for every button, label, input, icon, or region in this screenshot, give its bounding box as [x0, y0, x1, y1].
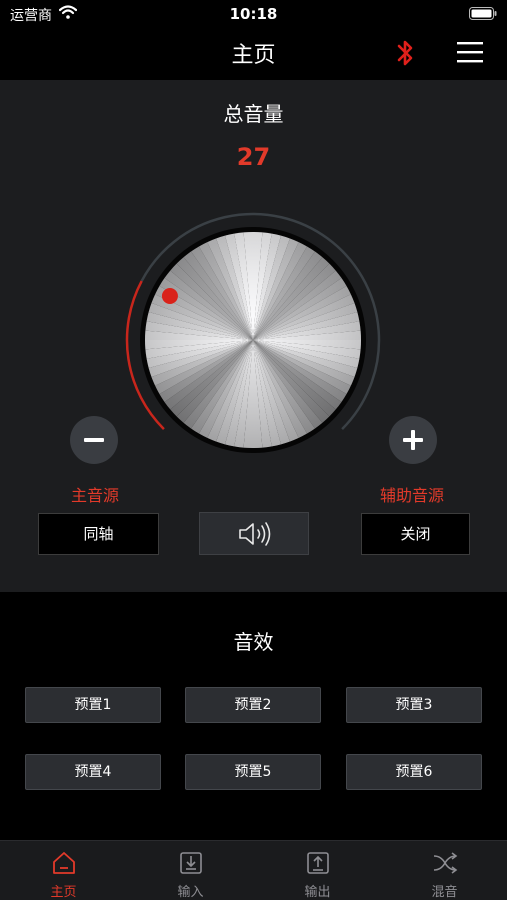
- clock: 10:18: [229, 5, 278, 23]
- status-bar: 运营商 10:18: [0, 0, 507, 28]
- tab-input-label: 输入: [177, 885, 204, 900]
- menu-icon[interactable]: [457, 41, 483, 63]
- volume-value: 27: [236, 143, 271, 171]
- app-screen: 运营商 10:18 主页 总音量 27 主音源 辅助音源 同轴 关闭 音效 预置…: [0, 0, 507, 900]
- effects-title: 音效: [233, 630, 274, 654]
- tab-home-label: 主页: [50, 885, 77, 900]
- tab-home[interactable]: 主页: [0, 841, 127, 900]
- page-title: 主页: [231, 43, 276, 68]
- plus-icon-vertical: [411, 430, 415, 450]
- preset-4-button[interactable]: 预置4: [25, 754, 161, 790]
- speaker-icon: [239, 522, 271, 546]
- aux-source-button[interactable]: 关闭: [361, 513, 470, 555]
- preset-2-button[interactable]: 预置2: [185, 687, 321, 723]
- home-icon: [53, 852, 75, 874]
- header: 主页: [0, 28, 507, 80]
- knob-shade: [145, 232, 361, 448]
- battery-icon: [469, 7, 497, 20]
- tab-bar: 主页 输入 输出 混音: [0, 840, 507, 900]
- preset-6-button[interactable]: 预置6: [346, 754, 482, 790]
- bluetooth-icon[interactable]: [394, 38, 416, 68]
- preset-3-button[interactable]: 预置3: [346, 687, 482, 723]
- main-source-label: 主音源: [71, 486, 120, 505]
- volume-panel: 总音量 27 主音源 辅助音源 同轴 关闭: [0, 80, 507, 592]
- input-icon: [180, 852, 202, 874]
- mute-button[interactable]: [199, 512, 309, 555]
- tab-output-label: 输出: [304, 885, 331, 900]
- preset-1-button[interactable]: 预置1: [25, 687, 161, 723]
- output-icon: [307, 852, 329, 874]
- preset-5-button[interactable]: 预置5: [185, 754, 321, 790]
- volume-knob[interactable]: [111, 198, 395, 482]
- volume-down-button[interactable]: [70, 416, 118, 464]
- mix-icon: [433, 852, 458, 874]
- tab-input[interactable]: 输入: [127, 841, 254, 900]
- knob-indicator-dot: [161, 288, 178, 305]
- tab-mix-label: 混音: [431, 885, 458, 900]
- tab-output[interactable]: 输出: [254, 841, 381, 900]
- minus-icon: [84, 438, 104, 442]
- main-source-button[interactable]: 同轴: [38, 513, 159, 555]
- tab-mix[interactable]: 混音: [381, 841, 507, 900]
- volume-title: 总音量: [223, 102, 284, 126]
- volume-up-button[interactable]: [389, 416, 437, 464]
- aux-source-label: 辅助音源: [380, 486, 445, 505]
